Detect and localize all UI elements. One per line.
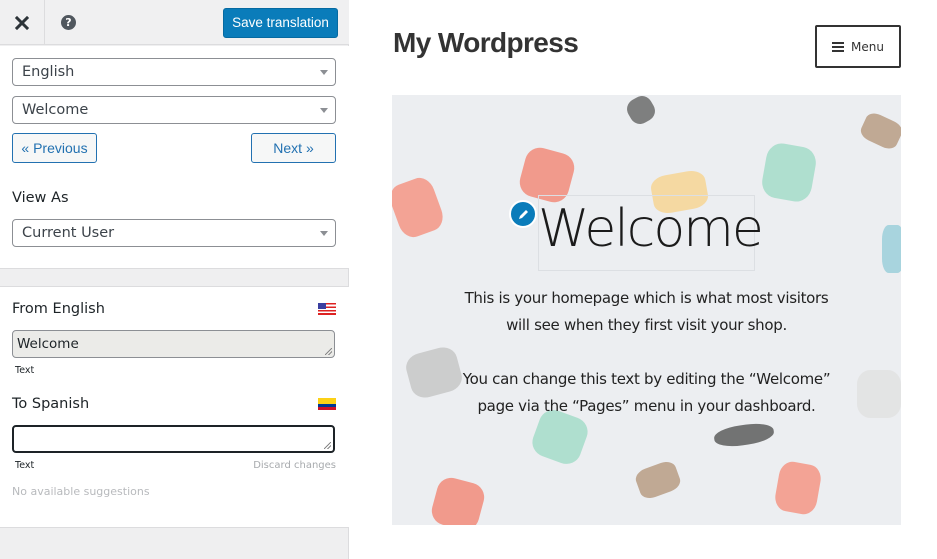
view-as-select-value: Current User <box>22 225 115 241</box>
source-language-label: From English <box>12 301 105 317</box>
translation-sidebar: ? Save translation English Welcome « Pre… <box>0 0 349 559</box>
save-translation-button[interactable]: Save translation <box>223 8 338 38</box>
belt-illustration-icon <box>857 110 901 152</box>
hero-title: Welcome <box>538 199 764 259</box>
source-text-field: Welcome <box>12 330 335 358</box>
help-button[interactable]: ? <box>46 0 91 45</box>
shirt-illustration-icon <box>882 225 901 273</box>
tshirt-gray-illustration-icon <box>857 370 901 418</box>
close-button[interactable] <box>0 0 45 45</box>
hero-paragraph-line: This is your homepage which is what most… <box>464 289 829 307</box>
translation-input[interactable] <box>12 425 335 453</box>
colombia-flag-icon <box>318 398 336 410</box>
resize-handle[interactable] <box>324 442 331 449</box>
language-select[interactable]: English <box>12 58 336 86</box>
hero-paragraph-line: will see when they first visit your shop… <box>506 316 787 334</box>
pencil-icon <box>518 209 528 219</box>
string-selection-panel: English Welcome « Previous Next » View A… <box>0 46 349 269</box>
hero-paragraph-line: page via the “Pages” menu in your dashbo… <box>477 397 816 415</box>
us-flag-icon <box>318 303 336 315</box>
belt-illustration-icon <box>633 458 683 502</box>
source-text-value: Welcome <box>17 336 79 352</box>
chevron-down-icon <box>320 231 328 236</box>
beanie-illustration-icon <box>428 474 488 525</box>
hoodie-illustration-icon <box>392 173 448 242</box>
next-button[interactable]: Next » <box>251 133 336 163</box>
resize-handle[interactable] <box>325 348 332 355</box>
string-select[interactable]: Welcome <box>12 96 336 124</box>
hoodie-illustration-icon <box>772 459 824 517</box>
source-type-label: Text <box>15 365 35 376</box>
hamburger-icon <box>832 41 845 52</box>
translation-editor-panel: From English Welcome Text To Spanish Tex… <box>0 286 349 528</box>
sunglasses-illustration-icon <box>712 420 776 450</box>
close-icon <box>15 15 29 30</box>
menu-button[interactable]: Menu <box>815 25 901 68</box>
previous-button[interactable]: « Previous <box>12 133 97 163</box>
discard-changes-link[interactable]: Discard changes <box>253 460 336 471</box>
help-icon: ? <box>61 15 76 30</box>
chevron-down-icon <box>320 108 328 113</box>
hero-paragraph-line: You can change this text by editing the … <box>462 370 831 388</box>
string-select-value: Welcome <box>22 102 89 118</box>
view-as-select[interactable]: Current User <box>12 219 336 247</box>
hero-banner: Welcome This is your homepage which is w… <box>392 95 901 525</box>
menu-label: Menu <box>851 39 884 54</box>
edit-translation-button[interactable] <box>509 200 537 228</box>
site-title[interactable]: My Wordpress <box>393 27 579 59</box>
sunglasses-illustration-icon <box>623 95 659 128</box>
view-as-label: View As <box>12 190 69 206</box>
chevron-down-icon <box>320 70 328 75</box>
target-language-label: To Spanish <box>12 396 90 412</box>
sidebar-topbar: ? Save translation <box>0 0 349 45</box>
target-type-label: Text <box>15 460 35 471</box>
language-select-value: English <box>22 64 75 80</box>
sweater-illustration-icon <box>759 141 819 204</box>
suggestions-text: No available suggestions <box>12 485 150 498</box>
